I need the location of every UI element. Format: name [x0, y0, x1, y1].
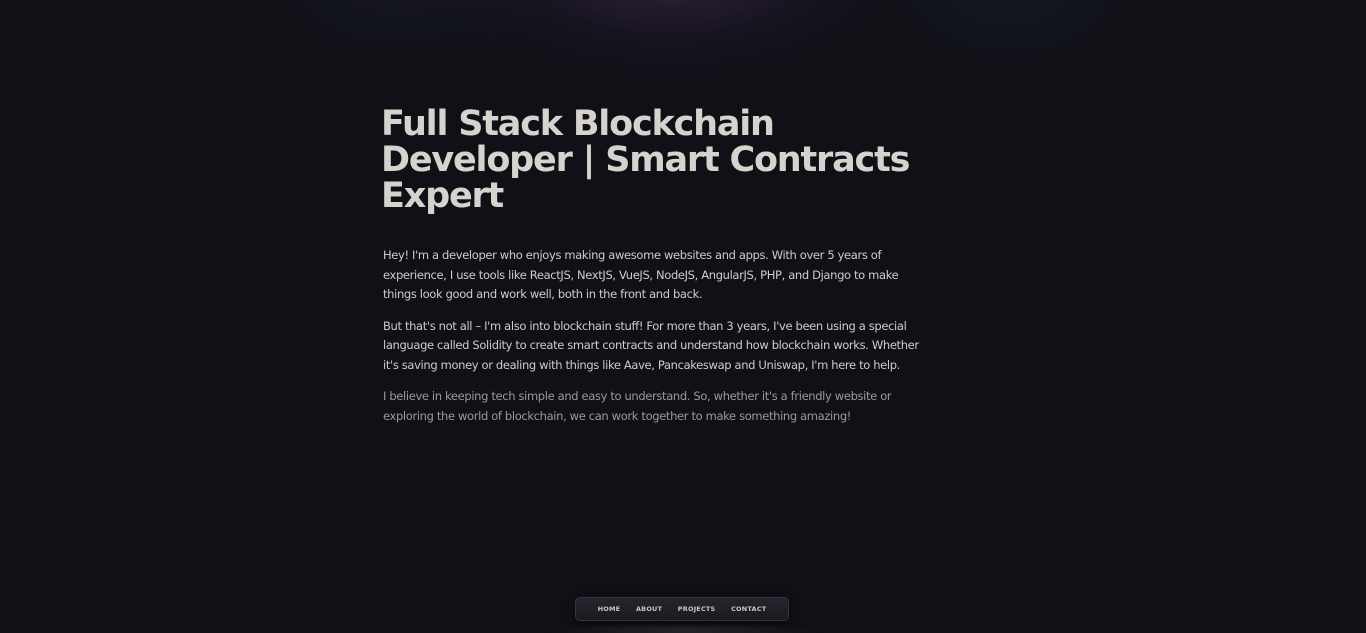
nav-item-projects[interactable]: PROJECTS [678, 605, 716, 613]
hero-section: Full Stack Blockchain Developer | Smart … [381, 106, 981, 214]
background-glow-left [250, 0, 550, 70]
bio-paragraph-2: But that's not all – I'm also into block… [383, 318, 919, 372]
nav-item-about[interactable]: ABOUT [636, 605, 662, 613]
bottom-nav-bar: HOME ABOUT PROJECTS CONTACT [575, 597, 789, 621]
title-line-3: Expert [381, 176, 504, 216]
nav-item-contact[interactable]: CONTACT [731, 605, 766, 613]
next-section-peek [545, 624, 825, 633]
bio-paragraph-3: I believe in keeping tech simple and eas… [383, 389, 892, 423]
title-line-1: Full Stack Blockchain [381, 104, 775, 144]
background-glow-purple [430, 0, 910, 80]
bio-paragraph-1: Hey! I'm a developer who enjoys making a… [383, 248, 899, 301]
nav-item-home[interactable]: HOME [598, 605, 621, 613]
page-title: Full Stack Blockchain Developer | Smart … [381, 106, 981, 214]
bio-section: Hey! I'm a developer who enjoys making a… [383, 246, 931, 438]
background-glow-right [880, 0, 1140, 70]
title-line-2: Developer | Smart Contracts [381, 140, 910, 180]
